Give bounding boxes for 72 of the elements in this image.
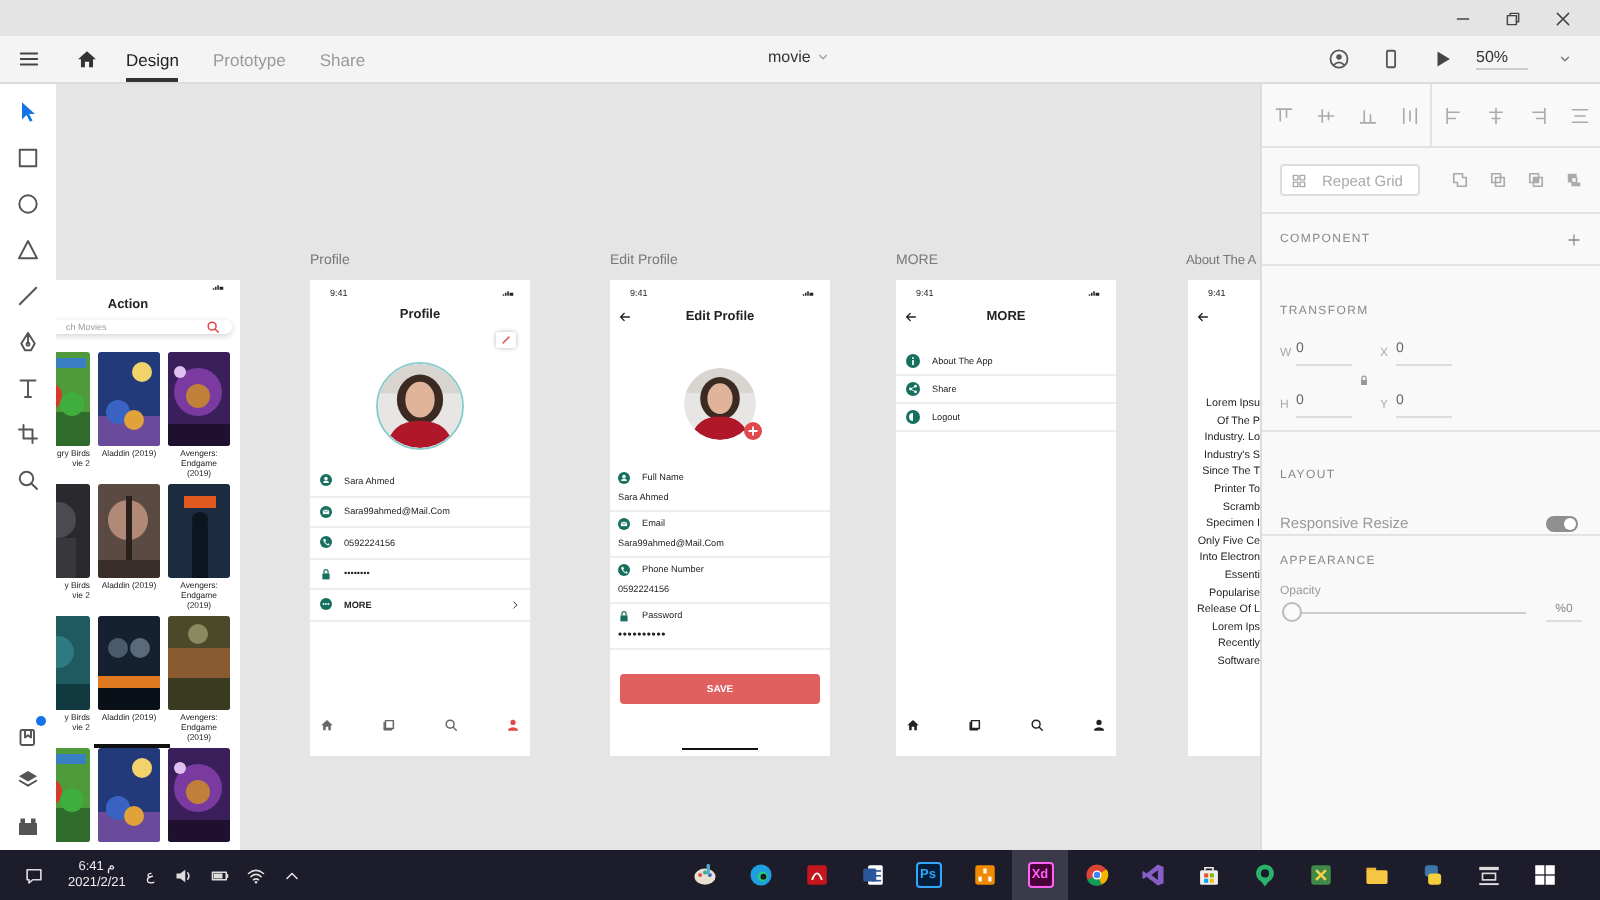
slider-thumb[interactable]: [1282, 602, 1302, 622]
folder-icon[interactable]: [1363, 862, 1389, 888]
person-icon[interactable]: [1092, 717, 1106, 731]
browser-icon[interactable]: [1083, 862, 1109, 888]
person-icon: [320, 474, 332, 487]
volume-icon[interactable]: [173, 865, 194, 885]
info-icon: [906, 354, 920, 368]
wifi-icon[interactable]: [245, 865, 266, 885]
back-arrow-icon[interactable]: [904, 309, 918, 323]
store-bag-icon[interactable]: [1195, 862, 1221, 888]
zoom-dropdown[interactable]: 50%: [1476, 48, 1528, 70]
document-title[interactable]: movie: [768, 48, 811, 66]
chevron-right-icon[interactable]: [510, 599, 520, 610]
code-editor-icon[interactable]: [1139, 862, 1165, 888]
rectangle-icon[interactable]: [16, 146, 40, 170]
ellipse-icon[interactable]: [16, 192, 40, 216]
status-icons-drawing: [798, 286, 818, 298]
status-icons-drawing: [498, 286, 518, 298]
battery-icon[interactable]: [209, 865, 230, 885]
home-icon[interactable]: [76, 48, 98, 70]
map-pin-icon[interactable]: [1251, 862, 1277, 888]
phone-icon: [320, 536, 332, 549]
toggle-switch[interactable]: [1546, 515, 1578, 531]
task-view-icon[interactable]: [1475, 862, 1501, 888]
chevron-down-icon[interactable]: [1558, 52, 1572, 66]
home-indicator: [94, 744, 170, 747]
spreadsheet-icon[interactable]: [1307, 862, 1333, 888]
pointer-icon[interactable]: [16, 100, 40, 124]
search-icon[interactable]: [1030, 717, 1044, 731]
close-icon[interactable]: [1554, 9, 1572, 27]
script-icon[interactable]: [1419, 862, 1445, 888]
notification-dot: [36, 716, 46, 726]
assets-icon[interactable]: [16, 814, 40, 838]
triangle-icon[interactable]: [16, 238, 40, 262]
palette-icon[interactable]: [691, 862, 717, 888]
status-icons-drawing: [1084, 286, 1104, 298]
logout-icon: [906, 410, 920, 424]
home-icon[interactable]: [906, 717, 920, 731]
status-icons-drawing: [208, 280, 228, 293]
back-arrow-icon[interactable]: [1196, 309, 1210, 323]
mail-icon: [618, 517, 630, 529]
lock-icon[interactable]: [1356, 372, 1372, 388]
phone-icon[interactable]: [1380, 48, 1402, 70]
zoom-icon[interactable]: [16, 468, 40, 492]
restore-icon[interactable]: [1504, 9, 1522, 27]
document-icon[interactable]: [859, 862, 885, 888]
notification-icon[interactable]: [24, 865, 44, 885]
lock-icon: [618, 609, 630, 621]
network-icon[interactable]: [971, 862, 997, 888]
library-icon[interactable]: [968, 717, 982, 731]
share-icon: [906, 382, 920, 396]
browser-icon[interactable]: [747, 862, 773, 888]
mail-icon: [320, 505, 332, 518]
start-icon[interactable]: [1531, 862, 1557, 888]
text-tool-icon[interactable]: [16, 376, 40, 400]
pen-icon[interactable]: [16, 330, 40, 354]
plugins-icon[interactable]: [16, 724, 40, 748]
person-icon: [618, 471, 630, 483]
pencil-icon: [500, 334, 512, 346]
account-icon[interactable]: [1328, 48, 1350, 70]
add-photo-icon[interactable]: [744, 422, 762, 440]
line-icon[interactable]: [16, 284, 40, 308]
pdf-icon[interactable]: [803, 862, 829, 888]
phone-icon: [618, 563, 630, 575]
layers-icon[interactable]: [16, 768, 40, 792]
play-icon[interactable]: [1432, 48, 1454, 70]
lock-icon: [320, 567, 332, 580]
grid-icon: [1290, 171, 1308, 189]
more-icon: [320, 598, 332, 611]
menu-icon[interactable]: [18, 48, 40, 70]
home-indicator: [682, 747, 758, 750]
back-arrow-icon[interactable]: [618, 309, 632, 323]
